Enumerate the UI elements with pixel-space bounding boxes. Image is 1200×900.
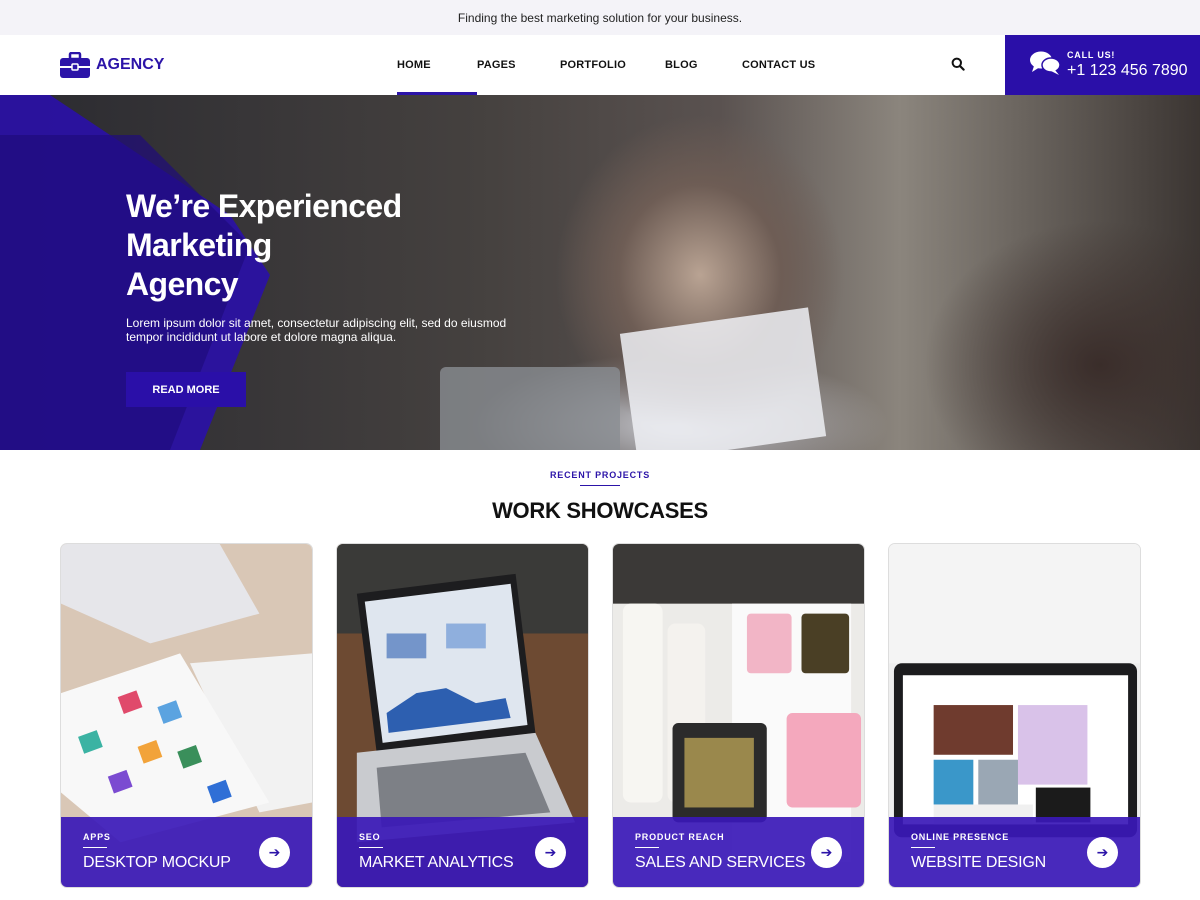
nav-item-home[interactable]: HOME (397, 35, 477, 95)
arrow-right-icon[interactable]: ➔ (811, 837, 842, 868)
arrow-right-icon[interactable]: ➔ (259, 837, 290, 868)
section-eyebrow: RECENT PROJECTS (549, 470, 650, 480)
eyebrow-divider (580, 485, 620, 486)
card-overlay: PRODUCT REACH SALES AND SERVICES ➔ (613, 817, 864, 887)
card-overlay: SEO MARKET ANALYTICS ➔ (337, 817, 588, 887)
briefcase-icon (60, 52, 90, 78)
call-us-phone[interactable]: +1 123 456 7890 (1067, 62, 1188, 80)
read-more-button[interactable]: READ MORE (126, 372, 246, 407)
chat-bubbles-icon (1029, 50, 1061, 81)
site-header: AGENCY HOME PAGES PORTFOLIO BLOG CONTACT… (0, 35, 1200, 95)
card-tag: ONLINE PRESENCE (911, 832, 1010, 842)
section-title: WORK SHOWCASES (492, 498, 708, 523)
call-us-box[interactable]: CALL US! +1 123 456 7890 (1005, 35, 1200, 95)
nav-item-portfolio[interactable]: PORTFOLIO (560, 35, 665, 95)
nav-item-pages[interactable]: PAGES (477, 35, 560, 95)
showcase-card-sales-and-services[interactable]: PRODUCT REACH SALES AND SERVICES ➔ (612, 543, 865, 888)
hero-banner: We’re Experienced Marketing Agency Lorem… (0, 95, 1200, 450)
card-overlay: APPS DESKTOP MOCKUP ➔ (61, 817, 312, 887)
card-tag: APPS (83, 832, 111, 842)
showcase-card-market-analytics[interactable]: SEO MARKET ANALYTICS ➔ (336, 543, 589, 888)
hero-photo-document (619, 307, 827, 450)
hero-content: We’re Experienced Marketing Agency Lorem… (126, 187, 546, 407)
search-icon[interactable] (951, 57, 965, 76)
showcase-card-desktop-mockup[interactable]: APPS DESKTOP MOCKUP ➔ (60, 543, 313, 888)
nav-item-contact-us[interactable]: CONTACT US (742, 35, 842, 95)
card-tag: PRODUCT REACH (635, 832, 725, 842)
showcase-card-website-design[interactable]: ONLINE PRESENCE WEBSITE DESIGN ➔ (888, 543, 1141, 888)
call-us-label: CALL US! (1067, 50, 1116, 60)
top-announcement-bar: Finding the best marketing solution for … (0, 0, 1200, 35)
card-tag: SEO (359, 832, 381, 842)
showcase-cards: APPS DESKTOP MOCKUP ➔ SEO MARKET ANALYTI… (60, 543, 1141, 888)
announcement-text: Finding the best marketing solution for … (457, 10, 743, 25)
hero-title: We’re Experienced Marketing Agency (126, 188, 402, 302)
logo-text: AGENCY (96, 56, 165, 73)
showcase-section-header: RECENT PROJECTS WORK SHOWCASES (0, 470, 1200, 524)
hero-subtitle: Lorem ipsum dolor sit amet, consectetur … (126, 316, 507, 344)
logo[interactable]: AGENCY (60, 52, 164, 78)
main-nav: HOME PAGES PORTFOLIO BLOG CONTACT US (397, 35, 842, 95)
arrow-right-icon[interactable]: ➔ (535, 837, 566, 868)
arrow-right-icon[interactable]: ➔ (1087, 837, 1118, 868)
card-overlay: ONLINE PRESENCE WEBSITE DESIGN ➔ (889, 817, 1140, 887)
nav-item-blog[interactable]: BLOG (665, 35, 742, 95)
